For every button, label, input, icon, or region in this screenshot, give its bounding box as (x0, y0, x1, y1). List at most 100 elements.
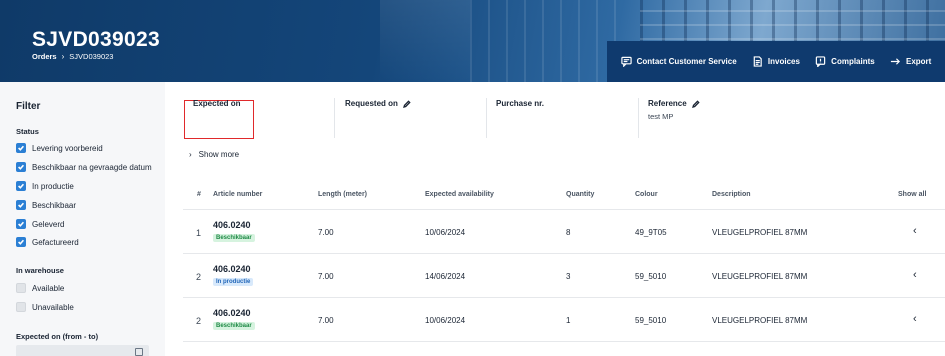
column-header-expected-availability[interactable]: Expected availability (425, 191, 494, 198)
reference-label: Reference (648, 99, 700, 108)
info-purchase-nr: Purchase nr. (496, 99, 544, 139)
status-filter-in-productie[interactable]: In productie (16, 181, 74, 191)
purchase-nr-label: Purchase nr. (496, 99, 545, 108)
article-number[interactable]: 406.0240 (213, 220, 251, 230)
warehouse-filter-unavailable[interactable]: Unavailable (16, 302, 74, 312)
checkbox-checked[interactable] (16, 143, 26, 153)
export-label: Export (905, 57, 932, 66)
row-index: 1 (196, 228, 202, 238)
checkbox-checked[interactable] (16, 162, 26, 172)
quantity-value: 3 (566, 272, 571, 281)
complaint-icon (815, 56, 826, 67)
requested-on-label: Requested on (345, 99, 411, 108)
info-reference: Reference test MP (648, 99, 700, 139)
complaints-button[interactable]: Complaints (815, 56, 875, 67)
check-icon (18, 183, 25, 189)
checkbox-unchecked[interactable] (16, 283, 26, 293)
column-header-article-number[interactable]: Article number (213, 191, 262, 198)
column-header-length[interactable]: Length (meter) (318, 191, 367, 198)
expected-on-date-range-input[interactable] (16, 345, 149, 356)
chat-icon (620, 56, 632, 67)
checkbox-label: Geleverd (32, 219, 65, 229)
column-header-index: # (197, 191, 201, 198)
article-number[interactable]: 406.0240 (213, 308, 251, 318)
checkbox-label: Gefactureerd (32, 237, 79, 247)
row-divider (183, 297, 945, 298)
availability-value: 14/06/2024 (425, 272, 466, 281)
colour-value: 59_5010 (635, 272, 667, 281)
column-header-description[interactable]: Description (712, 191, 751, 198)
status-filter-gefactureerd[interactable]: Gefactureerd (16, 237, 79, 247)
status-filter-levering-voorbereid[interactable]: Levering voorbereid (16, 143, 103, 153)
divider (334, 98, 335, 138)
description-value: VLEUGELPROFIEL 87MM (712, 272, 808, 281)
pencil-icon[interactable] (402, 99, 411, 108)
page-header: SJVD039023 Orders › SJVD039023 Contact C… (0, 0, 945, 82)
check-icon (18, 202, 25, 208)
show-all-button[interactable]: Show all (898, 191, 926, 198)
check-icon (18, 221, 25, 227)
expected-on-label: Expected on (193, 99, 241, 108)
chevron-right-icon: › (189, 150, 192, 159)
row-index: 2 (196, 316, 202, 326)
length-value: 7.00 (318, 272, 334, 281)
order-detail-main: Expected on Requested on Purchase nr. Re… (165, 82, 945, 356)
page-title: SJVD039023 (32, 28, 160, 51)
filter-title: Filter (16, 101, 41, 112)
warehouse-filter-available[interactable]: Available (16, 283, 64, 293)
row-divider (183, 209, 945, 210)
export-button[interactable]: Export (890, 56, 931, 67)
info-expected-on: Expected on (193, 99, 241, 139)
column-header-colour[interactable]: Colour (635, 191, 658, 198)
checkbox-checked[interactable] (16, 200, 26, 210)
export-icon (890, 58, 900, 65)
invoices-label: Invoices (767, 57, 800, 66)
complaints-label: Complaints (831, 57, 875, 66)
show-more-label: Show more (198, 150, 240, 159)
status-section-label: Status (16, 127, 39, 136)
length-value: 7.00 (318, 228, 334, 237)
quantity-value: 8 (566, 228, 571, 237)
length-value: 7.00 (318, 316, 334, 325)
check-icon (18, 164, 25, 170)
checkbox-checked[interactable] (16, 237, 26, 247)
status-filter-beschikbaar[interactable]: Beschikbaar (16, 200, 76, 210)
article-number[interactable]: 406.0240 (213, 264, 251, 274)
divider (638, 98, 639, 138)
status-filter-geleverd[interactable]: Geleverd (16, 219, 64, 229)
checkbox-unchecked[interactable] (16, 302, 26, 312)
breadcrumb: Orders › SJVD039023 (32, 52, 113, 61)
check-icon (18, 239, 25, 245)
status-badge: Beschikbaar (213, 234, 255, 242)
checkbox-checked[interactable] (16, 181, 26, 191)
description-value: VLEUGELPROFIEL 87MM (712, 228, 808, 237)
contact-customer-service-label: Contact Customer Service (636, 57, 737, 66)
checkbox-label: Beschikbaar na gevraagde datum (32, 162, 152, 172)
breadcrumb-current: SJVD039023 (69, 52, 114, 61)
availability-value: 10/06/2024 (425, 228, 466, 237)
filter-sidebar: Filter Status Levering voorbereid Beschi… (0, 82, 165, 356)
row-index: 2 (196, 272, 202, 282)
colour-value: 49_9T05 (635, 228, 667, 237)
action-bar: Contact Customer Service Invoices Compla… (607, 41, 945, 82)
invoice-icon (753, 56, 762, 67)
checkbox-label: Available (32, 283, 65, 293)
checkbox-label: Levering voorbereid (32, 143, 103, 153)
warehouse-section-label: In warehouse (16, 266, 64, 275)
chevron-left-icon[interactable]: ‹ (913, 313, 917, 325)
expected-on-range-label: Expected on (from - to) (16, 332, 99, 341)
show-more-button[interactable]: › Show more (189, 150, 239, 159)
breadcrumb-orders-link[interactable]: Orders (32, 52, 57, 61)
row-divider (183, 341, 945, 342)
status-filter-beschikbaar-na-gevraagde-datum[interactable]: Beschikbaar na gevraagde datum (16, 162, 152, 172)
divider (486, 98, 487, 138)
pencil-icon[interactable] (691, 99, 700, 108)
checkbox-checked[interactable] (16, 219, 26, 229)
invoices-button[interactable]: Invoices (752, 56, 800, 67)
chevron-left-icon[interactable]: ‹ (913, 269, 917, 281)
chevron-left-icon[interactable]: ‹ (913, 225, 917, 237)
column-header-quantity[interactable]: Quantity (566, 191, 594, 198)
contact-customer-service-button[interactable]: Contact Customer Service (620, 56, 737, 67)
checkbox-label: Beschikbaar (32, 200, 77, 210)
calendar-icon[interactable] (135, 348, 143, 356)
